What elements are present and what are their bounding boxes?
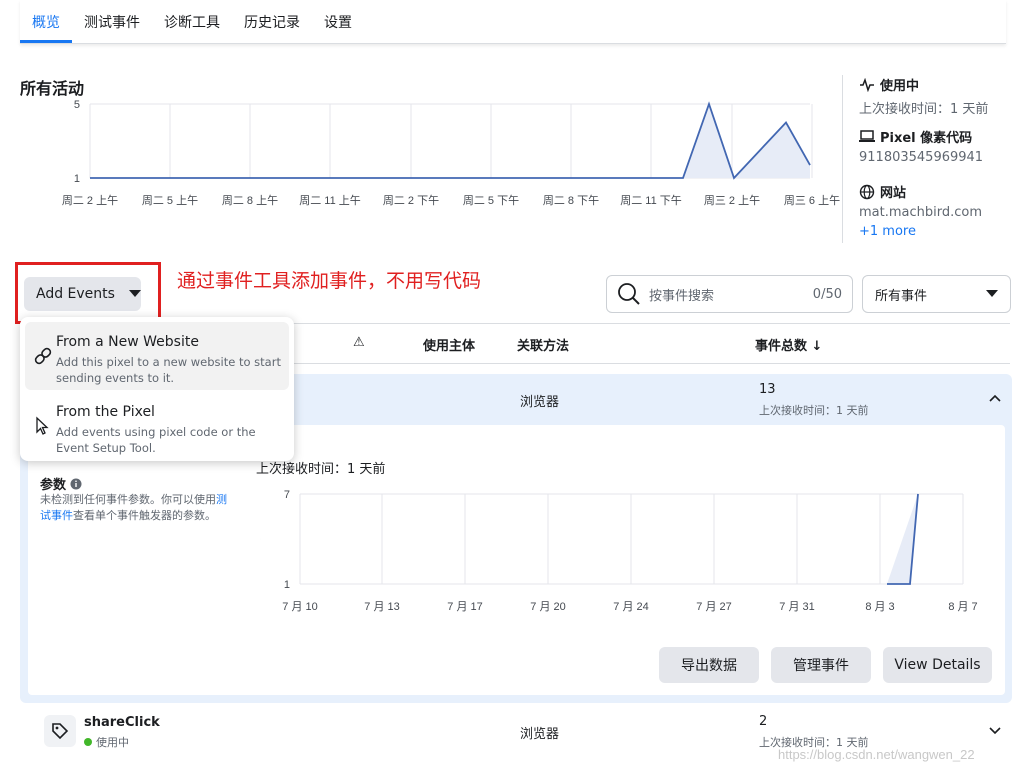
pixel-title: Pixel 像素代码 <box>880 131 973 146</box>
y-tick-label: 5 <box>74 99 80 111</box>
params-text-part: 未检测到任何事件参数。你可以使用 <box>40 493 216 506</box>
menu-item-new-website[interactable]: From a New Website Add this pixel to a n… <box>25 322 289 390</box>
total-column-header[interactable]: 事件总数 ↓ <box>755 335 822 354</box>
search-placeholder: 按事件搜索 <box>649 288 715 304</box>
x-tick-label: 周二 11 上午 <box>299 194 361 207</box>
tab-test-events[interactable]: 测试事件 <box>84 12 140 32</box>
status-title: 使用中 <box>880 79 920 94</box>
activity-icon <box>860 77 874 92</box>
active-status-dot <box>84 738 92 746</box>
x-tick-label: 7 月 10 <box>282 601 317 613</box>
y-tick-label: 7 <box>284 489 290 501</box>
annotation-text: 通过事件工具添加事件，不用写代码 <box>177 270 482 292</box>
view-details-button[interactable]: View Details <box>883 647 992 683</box>
x-tick-label: 周三 2 上午 <box>704 194 760 207</box>
row2-count: 2 <box>759 714 768 729</box>
x-tick-label: 7 月 27 <box>696 601 731 613</box>
x-tick-label: 周二 5 下午 <box>463 194 519 207</box>
x-tick-label: 7 月 31 <box>779 601 814 613</box>
params-title-text: 参数 <box>40 478 67 493</box>
tab-bar: 概览 测试事件 诊断工具 历史记录 设置 <box>20 0 1006 44</box>
tag-icon <box>52 723 69 740</box>
x-tick-label: 周二 2 下午 <box>383 194 439 207</box>
x-tick-label: 周二 11 下午 <box>620 194 682 207</box>
row2-event-name[interactable]: shareClick <box>84 715 160 730</box>
x-tick-label: 周二 8 上午 <box>222 194 278 207</box>
params-text-part: 查看单个事件触发器的参数。 <box>73 509 216 522</box>
search-count: 0/50 <box>812 286 842 302</box>
add-events-menu: From a New Website Add this pixel to a n… <box>20 317 294 461</box>
pixel-id: 911803545969941 <box>859 150 984 165</box>
status-block: 使用中 上次接收时间：1 天前 <box>859 75 988 117</box>
chevron-down-icon[interactable] <box>989 727 1001 735</box>
x-tick-label: 8 月 7 <box>948 601 977 613</box>
x-tick-label: 周二 5 上午 <box>142 194 198 207</box>
row1-last-received: 上次接收时间：1 天前 <box>759 404 869 417</box>
menu-item-title: From the Pixel <box>56 404 155 420</box>
row2-status: 使用中 <box>84 734 129 750</box>
info-icon[interactable] <box>70 478 82 490</box>
event-history-chart: 7 1 7 月 10 7 月 13 7 月 17 7 月 20 7 月 24 7 月 27 7 … <box>260 489 978 613</box>
menu-item-from-pixel[interactable]: From the Pixel Add events using pixel co… <box>25 392 289 460</box>
status-last-received: 上次接收时间：1 天前 <box>859 102 989 117</box>
x-tick-label: 7 月 17 <box>447 601 482 613</box>
y-tick-label: 1 <box>74 173 80 185</box>
laptop-icon <box>859 129 875 142</box>
menu-item-description: Add events using pixel code or the Event… <box>56 425 256 455</box>
row2-method: 浏览器 <box>520 727 560 742</box>
event-tag-icon <box>44 715 76 747</box>
row1-method: 浏览器 <box>520 395 560 410</box>
event-search-input[interactable]: 按事件搜索 0/50 <box>606 275 853 313</box>
tab-overview[interactable]: 概览 <box>32 12 60 32</box>
website-block: 网站 mat.machbird.com +1 more <box>859 182 982 239</box>
params-description: 未检测到任何事件参数。你可以使用测试事件查看单个事件触发器的参数。 <box>40 492 230 524</box>
active-tab-indicator <box>20 40 72 43</box>
x-tick-label: 周三 6 上午 <box>784 194 840 207</box>
website-url: mat.machbird.com <box>859 205 983 220</box>
annotation-highlight-box <box>15 262 161 324</box>
cursor-icon <box>36 416 49 435</box>
globe-icon <box>859 184 875 199</box>
y-tick-label: 1 <box>284 579 290 591</box>
event-filter-select[interactable]: 所有事件 <box>862 275 1011 313</box>
menu-item-title: From a New Website <box>56 334 199 350</box>
side-divider <box>842 75 843 243</box>
x-tick-label: 周二 8 下午 <box>543 194 599 207</box>
website-title: 网站 <box>880 186 907 201</box>
params-title: 参数 <box>40 474 82 493</box>
entity-column-header[interactable]: 使用主体 <box>423 335 475 354</box>
caret-down-icon <box>986 290 998 297</box>
x-tick-label: 周二 2 上午 <box>62 194 118 207</box>
link-icon <box>34 347 52 365</box>
x-tick-label: 7 月 24 <box>613 601 648 613</box>
overview-activity-chart: 5 1 周二 2 上午 周二 5 上午 周二 8 上午 周二 11 上午 周二 2 下午 周二… <box>62 99 840 207</box>
row2-status-text: 使用中 <box>96 736 129 749</box>
x-tick-label: 8 月 3 <box>865 601 894 613</box>
export-data-button[interactable]: 导出数据 <box>659 647 759 683</box>
tab-diagnostics[interactable]: 诊断工具 <box>164 12 220 32</box>
x-tick-label: 7 月 20 <box>530 601 565 613</box>
manage-events-button[interactable]: 管理事件 <box>771 647 871 683</box>
pixel-block: Pixel 像素代码 911803545969941 <box>859 127 983 165</box>
method-column-header[interactable]: 关联方法 <box>517 335 569 354</box>
series-area <box>90 104 810 178</box>
warning-column-header: ⚠ <box>353 335 365 350</box>
x-tick-label: 7 月 13 <box>364 601 399 613</box>
more-websites-link[interactable]: +1 more <box>859 224 982 239</box>
filter-value: 所有事件 <box>875 288 928 304</box>
chevron-up-icon[interactable] <box>989 394 1001 402</box>
search-icon <box>618 283 640 305</box>
watermark: https://blog.csdn.net/wangwen_22 <box>778 747 975 762</box>
menu-item-description: Add this pixel to a new website to start… <box>56 355 281 385</box>
row1-count: 13 <box>759 382 776 397</box>
tab-history[interactable]: 历史记录 <box>244 12 300 32</box>
tab-settings[interactable]: 设置 <box>324 12 352 32</box>
